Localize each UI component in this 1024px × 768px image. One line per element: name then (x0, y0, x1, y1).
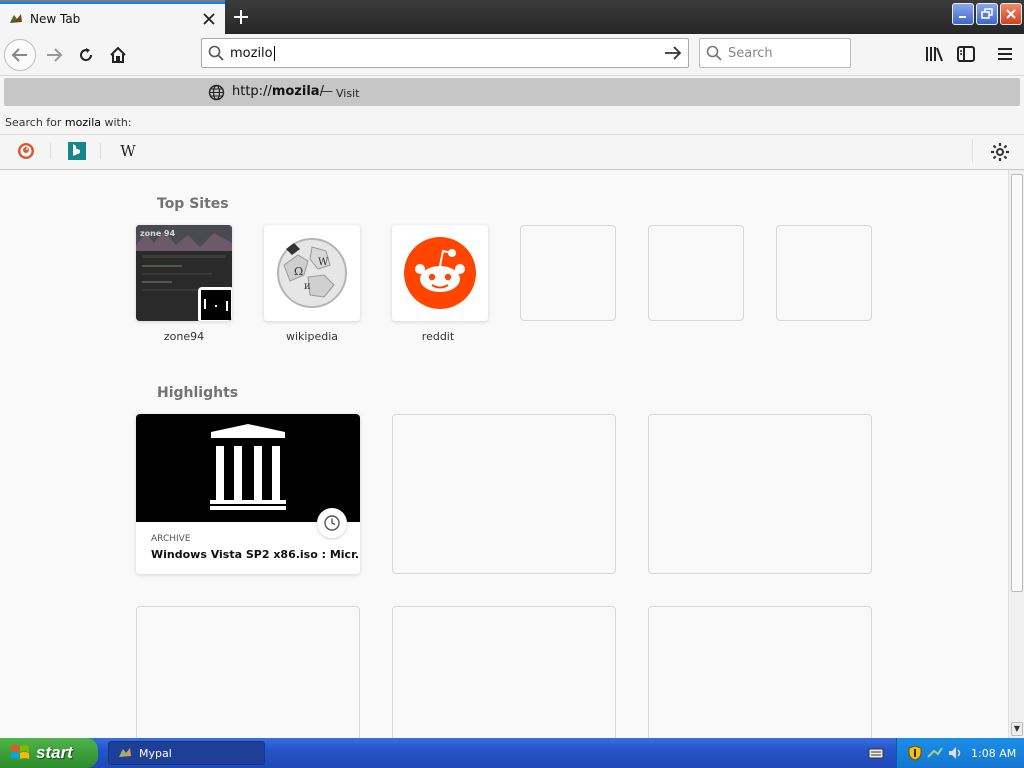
url-bar[interactable]: mozilo (201, 38, 689, 68)
one-off-search-engines: W (0, 134, 1024, 168)
tab-strip: New Tab (0, 0, 1024, 34)
taskbar: start Mypal 1:08 AM (0, 738, 1024, 768)
search-for-label: Search for mozila with: (5, 116, 132, 129)
keyboard-icon[interactable] (868, 745, 884, 761)
start-button[interactable]: start (0, 738, 98, 768)
clock-icon (317, 508, 347, 538)
vertical-scrollbar[interactable]: ▼ (1008, 170, 1024, 738)
archive-building-icon (210, 424, 286, 510)
taskbar-item-mypal[interactable]: Mypal (108, 741, 265, 765)
search-placeholder: Search (728, 45, 773, 61)
empty-highlight (392, 414, 616, 574)
top-sites-title: Top Sites (157, 196, 229, 212)
bing-icon[interactable] (67, 141, 87, 161)
visit-label: Visit (336, 87, 360, 100)
archive-thumbnail (136, 414, 360, 522)
scroll-down-arrow-icon[interactable]: ▼ (1011, 722, 1023, 736)
clock: 1:08 AM (971, 746, 1017, 760)
text-caret (273, 45, 275, 61)
reddit-icon (404, 237, 476, 309)
navigation-toolbar: mozilo Search (0, 34, 1024, 76)
engine-divider (50, 143, 51, 159)
hamburger-menu-icon[interactable] (994, 43, 1016, 65)
security-shield-icon[interactable] (907, 745, 923, 761)
engine-divider (972, 139, 973, 163)
home-button[interactable] (102, 39, 134, 71)
gear-icon[interactable] (990, 142, 1010, 162)
minimize-button[interactable] (952, 3, 974, 25)
scrollbar-thumb[interactable] (1011, 174, 1023, 592)
empty-highlight (136, 606, 360, 738)
close-window-button[interactable] (1000, 3, 1022, 25)
empty-top-site (648, 225, 744, 321)
autocomplete-suggestion[interactable]: http://mozila/ — Visit (4, 78, 1020, 106)
empty-highlight (392, 606, 616, 738)
globe-icon (208, 84, 225, 101)
back-button[interactable] (4, 39, 36, 71)
empty-highlight (648, 606, 872, 738)
reload-button[interactable] (70, 39, 102, 71)
new-tab-page: Top Sites zone 94 zone94 Ω W и wikipedia… (0, 170, 1008, 738)
search-icon (202, 45, 230, 61)
highlight-source: ARCHIVE (151, 534, 191, 544)
restore-button[interactable] (976, 3, 998, 25)
engine-divider (100, 143, 101, 159)
top-site-label: reddit (421, 330, 455, 343)
wikipedia-icon[interactable]: W (118, 141, 138, 161)
top-site-label: zone94 (163, 330, 205, 343)
empty-top-site (520, 225, 616, 321)
svg-text:и: и (304, 281, 311, 292)
window-controls (952, 3, 1022, 25)
url-autocomplete-popup: http://mozila/ — Visit Search for mozila… (0, 76, 1024, 170)
top-site-label: wikipedia (285, 330, 338, 343)
suggestion-separator: — (320, 84, 333, 99)
windows-flag-icon (10, 743, 30, 763)
url-input[interactable]: mozilo (230, 45, 658, 61)
system-tray: 1:08 AM (896, 738, 1024, 768)
tab-new-tab[interactable]: New Tab (0, 2, 225, 34)
wikipedia-globe-icon: Ω W и (277, 238, 347, 308)
new-tab-button[interactable] (228, 4, 254, 30)
mypal-icon (8, 11, 24, 27)
highlight-card[interactable]: ARCHIVE Windows Vista SP2 x86.iso : Micr… (136, 414, 360, 574)
forward-button[interactable] (38, 39, 70, 71)
volume-icon[interactable] (947, 745, 963, 761)
suggestion-url: http://mozila/ (232, 84, 324, 99)
library-icon[interactable] (923, 43, 945, 65)
empty-highlight (648, 414, 872, 574)
svg-text:Ω: Ω (294, 265, 303, 278)
sidebar-icon[interactable] (955, 43, 977, 65)
search-icon (700, 45, 728, 61)
tab-title: New Tab (30, 12, 81, 26)
top-site-reddit[interactable] (392, 225, 488, 321)
go-arrow-icon[interactable] (658, 45, 688, 61)
top-site-wikipedia[interactable]: Ω W и (264, 225, 360, 321)
svg-text:W: W (318, 257, 329, 268)
top-site-zone94[interactable]: zone 94 (136, 225, 232, 321)
search-bar[interactable]: Search (699, 38, 851, 68)
duckduckgo-icon[interactable] (16, 141, 36, 161)
network-icon[interactable] (927, 745, 943, 761)
tab-strip-background (225, 0, 1024, 34)
taskbar-item-label: Mypal (139, 746, 172, 760)
mypal-icon (117, 745, 133, 761)
highlight-title: Windows Vista SP2 x86.iso : Micr... (151, 548, 360, 561)
zone94-banner: zone 94 (140, 229, 176, 238)
highlights-title: Highlights (157, 385, 239, 401)
start-label: start (36, 743, 73, 762)
zone94-favicon (198, 287, 232, 321)
close-tab-icon[interactable] (199, 9, 219, 29)
empty-top-site (776, 225, 872, 321)
